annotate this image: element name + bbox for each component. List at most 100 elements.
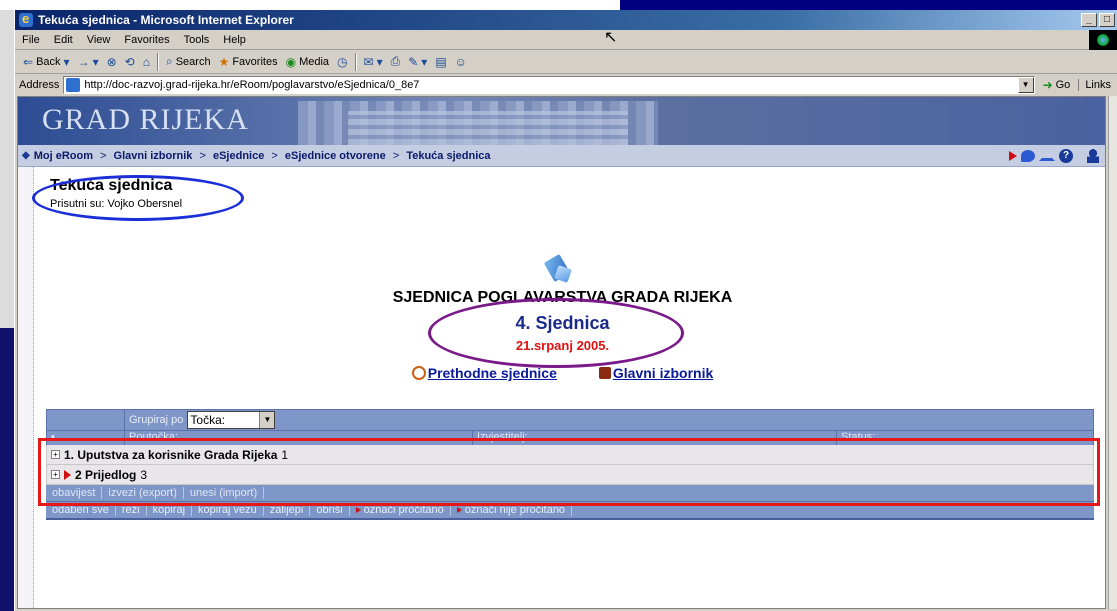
mark-read-icon xyxy=(355,507,361,513)
toolbar: ⇐ Back ▾ → ▾ ⊗ ⟲ ⌂ ⌕ Search ★ Favorites ◉ Medi… xyxy=(15,50,1117,74)
previous-meetings-link[interactable]: Prethodne sjednice xyxy=(411,365,557,381)
menu-edit[interactable]: Edit xyxy=(47,34,80,46)
page-viewport: GRAD RIJEKA ◆ Moj eRoom > Glavni izborni… xyxy=(17,96,1106,609)
breadcrumb: ◆ Moj eRoom > Glavni izbornik > eSjednic… xyxy=(18,145,1105,167)
mark-unread-icon xyxy=(456,507,462,513)
crumb-separator: > xyxy=(199,149,206,162)
menu-view[interactable]: View xyxy=(80,34,118,46)
menu-bar: File Edit View Favorites Tools Help xyxy=(15,29,1117,50)
menu-help[interactable]: Help xyxy=(216,34,253,46)
discuss-icon: ▤ xyxy=(435,54,447,69)
edit-dropdown-icon[interactable]: ▾ xyxy=(421,55,427,69)
eroom-home-icon[interactable]: ◆ xyxy=(22,150,30,161)
star-icon: ★ xyxy=(218,54,230,69)
menu-favorites[interactable]: Favorites xyxy=(117,34,176,46)
home-button[interactable]: ⌂ xyxy=(139,55,154,69)
messenger-button[interactable]: ☺ xyxy=(451,55,471,69)
print-icon: ⎙ xyxy=(390,54,401,68)
windows-logo-icon xyxy=(1089,29,1117,50)
ie-logo-icon xyxy=(19,11,33,27)
address-url[interactable]: http://doc-razvoj.grad-rijeka.hr/eRoom/p… xyxy=(84,79,1017,91)
page-icon xyxy=(66,78,81,92)
clock-icon xyxy=(411,366,426,380)
address-label: Address xyxy=(19,79,60,91)
vertical-scrollbar[interactable] xyxy=(1108,96,1117,609)
links-button[interactable]: Links xyxy=(1078,79,1117,91)
favorites-label: Favorites xyxy=(232,55,278,68)
forward-dropdown-icon[interactable]: ▾ xyxy=(93,55,99,69)
edit-icon: ✎ xyxy=(408,54,419,69)
crumb-esjednice[interactable]: eSjednice xyxy=(213,150,264,162)
address-dropdown-icon[interactable]: ▼ xyxy=(1017,77,1034,93)
history-button[interactable]: ◷ xyxy=(333,55,351,69)
crumb-glavni-izbornik[interactable]: Glavni izbornik xyxy=(114,150,193,162)
forward-button[interactable]: → ▾ xyxy=(74,55,103,69)
stop-icon: ⊗ xyxy=(106,54,117,69)
back-dropdown-icon[interactable]: ▾ xyxy=(64,55,70,69)
crumb-tekuca-sjednica[interactable]: Tekuća sjednica xyxy=(406,150,490,162)
home-icon: ⌂ xyxy=(142,54,150,69)
meeting-nav-links: Prethodne sjednice Glavni izbornik xyxy=(18,365,1105,381)
toolbar-separator xyxy=(354,52,357,71)
back-label: Back xyxy=(36,55,61,68)
menu-file[interactable]: File xyxy=(15,34,47,46)
crumb-separator: > xyxy=(100,149,107,162)
slide: Tekuća sjednica - Microsoft Internet Exp… xyxy=(0,0,1117,611)
title-bar[interactable]: Tekuća sjednica - Microsoft Internet Exp… xyxy=(15,10,1117,30)
meeting-book-icon xyxy=(546,255,572,283)
main-menu-link[interactable]: Glavni izbornik xyxy=(598,365,714,381)
search-button[interactable]: ⌕ Search xyxy=(162,54,215,69)
refresh-button[interactable]: ⟲ xyxy=(121,55,139,69)
breadcrumb-trail: Moj eRoom > Glavni izbornik > eSjednice … xyxy=(34,150,1009,162)
menu-book-icon xyxy=(598,367,611,379)
forward-arrow-icon: → xyxy=(77,54,90,69)
annotation-purple-ellipse xyxy=(428,298,684,368)
print-button[interactable]: ⎙ xyxy=(387,54,405,69)
go-button[interactable]: ➜ Go xyxy=(1035,78,1079,92)
toolbar-separator xyxy=(156,52,159,71)
crumb-separator: > xyxy=(392,149,400,162)
user-icon[interactable] xyxy=(1087,148,1099,163)
slide-left-strip xyxy=(0,10,14,328)
history-icon: ◷ xyxy=(337,54,348,69)
stop-button[interactable]: ⊗ xyxy=(103,55,121,69)
media-label: Media xyxy=(299,55,330,68)
annotation-blue-ellipse xyxy=(32,175,244,221)
group-by-select[interactable]: Točka: ▼ xyxy=(187,411,276,429)
mail-button[interactable]: ✉ ▾ xyxy=(360,55,387,69)
group-by-value: Točka: xyxy=(190,413,226,427)
annotation-red-rectangle xyxy=(38,438,1100,506)
media-icon: ◉ xyxy=(285,54,297,69)
site-banner: GRAD RIJEKA xyxy=(18,97,1105,145)
mail-dropdown-icon[interactable]: ▾ xyxy=(377,55,383,69)
notify-icon[interactable] xyxy=(1039,151,1055,161)
menu-tools[interactable]: Tools xyxy=(177,34,217,46)
window-controls: _ □ xyxy=(1081,13,1115,27)
go-arrow-icon: ➜ xyxy=(1042,78,1053,92)
window-title: Tekuća sjednica - Microsoft Internet Exp… xyxy=(38,13,294,27)
search-icon: ⌕ xyxy=(165,54,173,68)
restore-button[interactable]: □ xyxy=(1099,13,1115,27)
address-input[interactable]: http://doc-razvoj.grad-rijeka.hr/eRoom/p… xyxy=(63,76,1035,94)
edit-button[interactable]: ✎ ▾ xyxy=(404,55,431,69)
go-label: Go xyxy=(1055,79,1071,91)
mail-icon: ✉ xyxy=(363,54,374,69)
crumb-esjednice-otvorene[interactable]: eSjednice otvorene xyxy=(285,150,386,162)
minimize-button[interactable]: _ xyxy=(1081,13,1097,27)
discussion-icon[interactable] xyxy=(1021,149,1035,162)
banner-city-detail xyxy=(348,111,628,145)
browser-window: Tekuća sjednica - Microsoft Internet Exp… xyxy=(14,10,1117,611)
main-menu-label: Glavni izbornik xyxy=(612,365,714,381)
crumb-moj-eroom[interactable]: Moj eRoom xyxy=(34,150,93,162)
mouse-cursor-icon: ↖ xyxy=(604,29,618,46)
search-label: Search xyxy=(175,55,211,68)
new-item-icon[interactable] xyxy=(1009,150,1017,161)
back-button[interactable]: ⇐ Back ▾ xyxy=(19,55,74,69)
grid-toolbar: Grupiraj po Točka: ▼ xyxy=(46,409,1094,431)
help-icon[interactable]: ? xyxy=(1059,148,1073,163)
chevron-down-icon[interactable]: ▼ xyxy=(259,412,275,428)
media-button[interactable]: ◉ Media xyxy=(282,55,333,69)
discuss-button[interactable]: ▤ xyxy=(431,55,450,69)
messenger-icon: ☺ xyxy=(454,54,467,69)
favorites-button[interactable]: ★ Favorites xyxy=(215,55,282,69)
